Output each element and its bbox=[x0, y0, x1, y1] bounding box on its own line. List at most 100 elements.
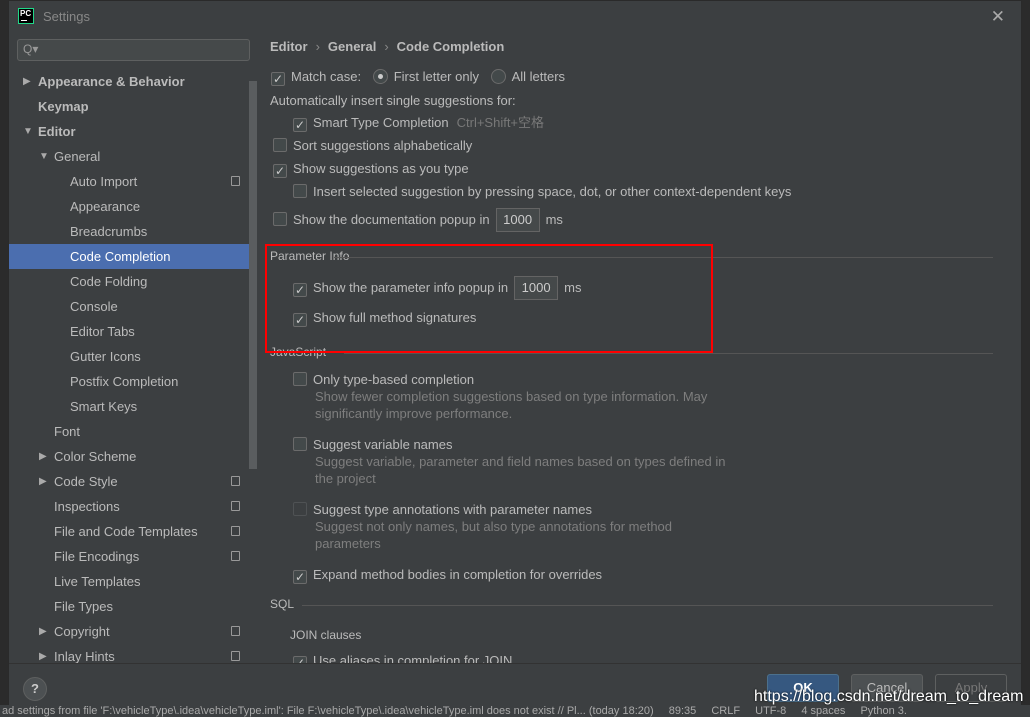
all-letters-label: All letters bbox=[511, 69, 566, 84]
project-settings-icon bbox=[231, 551, 240, 561]
status-line-separator[interactable]: CRLF bbox=[711, 705, 740, 717]
smart-type-checkbox[interactable]: ✓ bbox=[293, 118, 307, 132]
sidebar-item-general[interactable]: ▼ General bbox=[9, 144, 249, 169]
first-letter-radio[interactable] bbox=[372, 69, 388, 84]
sidebar-item-label: General bbox=[54, 149, 101, 164]
show-as-type-label: Show suggestions as you type bbox=[293, 161, 469, 176]
type-based-description: significantly improve performance. bbox=[315, 406, 513, 421]
chevron-right-icon[interactable]: ▶ bbox=[39, 644, 47, 663]
divider bbox=[344, 353, 993, 354]
sidebar-item-inspections[interactable]: Inspections bbox=[9, 494, 249, 519]
chevron-right-icon[interactable]: ▶ bbox=[39, 619, 47, 644]
breadcrumb-separator: › bbox=[384, 39, 389, 54]
sidebar-item-editor[interactable]: ▼ Editor bbox=[9, 119, 249, 144]
sidebar-item-code-folding[interactable]: Code Folding bbox=[9, 269, 249, 294]
pycharm-logo-icon: PC bbox=[18, 8, 34, 24]
section-title: SQL bbox=[270, 597, 295, 611]
sidebar-item-label: Inspections bbox=[54, 499, 120, 514]
sidebar-item-label: Auto Import bbox=[70, 174, 138, 189]
first-letter-label: First letter only bbox=[393, 69, 479, 84]
type-based-row: Only type-based completion bbox=[293, 371, 474, 389]
match-case-label: Match case: bbox=[291, 69, 362, 84]
chevron-right-icon[interactable]: ▶ bbox=[23, 69, 31, 94]
sidebar-item-label: Appearance bbox=[70, 199, 141, 214]
watermark: https://blog.csdn.net/dream_to_dream bbox=[754, 688, 1024, 705]
match-case-checkbox[interactable]: ✓ bbox=[271, 72, 285, 86]
sidebar-item-auto-import[interactable]: Auto Import bbox=[9, 169, 249, 194]
status-message[interactable]: ad settings from file 'F:\vehicleType\.i… bbox=[2, 705, 654, 717]
chevron-down-icon[interactable]: ▼ bbox=[39, 144, 49, 169]
sidebar-item-label: File Encodings bbox=[54, 549, 140, 564]
chevron-down-icon[interactable]: ▼ bbox=[23, 119, 33, 144]
sidebar-item-inlay-hints[interactable]: ▶ Inlay Hints bbox=[9, 644, 249, 663]
sidebar-item-editor-tabs[interactable]: Editor Tabs bbox=[9, 319, 249, 344]
match-case-row: ✓ Match case: First letter only All lette… bbox=[271, 68, 565, 86]
settings-sidebar: Q▾ ▶ Appearance & Behavior Keymap ▼ Editor ▼ G… bbox=[9, 31, 259, 663]
sidebar-item-copyright[interactable]: ▶ Copyright bbox=[9, 619, 249, 644]
doc-popup-delay-input[interactable]: 1000 bbox=[495, 208, 540, 232]
sidebar-item-code-style[interactable]: ▶ Code Style bbox=[9, 469, 249, 494]
type-based-checkbox[interactable] bbox=[293, 372, 307, 386]
sidebar-item-label: Breadcrumbs bbox=[70, 224, 148, 239]
sort-alpha-checkbox[interactable] bbox=[273, 138, 287, 152]
sidebar-item-postfix-completion[interactable]: Postfix Completion bbox=[9, 369, 249, 394]
sidebar-item-gutter-icons[interactable]: Gutter Icons bbox=[9, 344, 249, 369]
close-icon[interactable]: ✕ bbox=[991, 7, 1005, 27]
sidebar-item-label: Editor Tabs bbox=[70, 324, 135, 339]
sidebar-item-label: File Types bbox=[54, 599, 114, 614]
sidebar-item-label: File and Code Templates bbox=[54, 524, 198, 539]
sidebar-item-console[interactable]: Console bbox=[9, 294, 249, 319]
var-names-description: Suggest variable, parameter and field na… bbox=[315, 454, 726, 469]
sort-alpha-row: Sort suggestions alphabetically bbox=[273, 137, 472, 155]
insert-selected-label: Insert selected suggestion by pressing s… bbox=[313, 184, 792, 199]
sidebar-item-color-scheme[interactable]: ▶ Color Scheme bbox=[9, 444, 249, 469]
highlight-box bbox=[265, 244, 713, 353]
all-letters-radio[interactable] bbox=[490, 69, 506, 84]
sidebar-item-label: Copyright bbox=[54, 624, 110, 639]
sidebar-item-smart-keys[interactable]: Smart Keys bbox=[9, 394, 249, 419]
expand-checkbox[interactable]: ✓ bbox=[293, 570, 307, 584]
status-position[interactable]: 89:35 bbox=[669, 705, 697, 717]
doc-popup-row: Show the documentation popup in 1000 ms bbox=[273, 208, 563, 232]
status-indent[interactable]: 4 spaces bbox=[801, 705, 845, 717]
sidebar-item-breadcrumbs[interactable]: Breadcrumbs bbox=[9, 219, 249, 244]
sidebar-item-label: Gutter Icons bbox=[70, 349, 141, 364]
aliases-checkbox[interactable]: ✓ bbox=[293, 656, 307, 663]
smart-type-shortcut: Ctrl+Shift+空格 bbox=[456, 115, 545, 130]
search-input[interactable]: Q▾ bbox=[17, 39, 250, 61]
content-scrollbar[interactable] bbox=[1013, 31, 1021, 663]
type-ann-checkbox[interactable] bbox=[293, 502, 307, 516]
breadcrumb-editor[interactable]: Editor bbox=[270, 39, 308, 54]
sidebar-item-file-types[interactable]: File Types bbox=[9, 594, 249, 619]
status-encoding[interactable]: UTF-8 bbox=[755, 705, 786, 717]
breadcrumb: Editor › General › Code Completion bbox=[270, 39, 504, 54]
sidebar-item-file-encodings[interactable]: File Encodings bbox=[9, 544, 249, 569]
sidebar-item-label: Smart Keys bbox=[70, 399, 138, 414]
aliases-row: ✓ Use aliases in completion for JOIN bbox=[293, 652, 512, 663]
type-based-label: Only type-based completion bbox=[313, 372, 475, 387]
doc-popup-checkbox[interactable] bbox=[273, 212, 287, 226]
sidebar-item-code-completion[interactable]: Code Completion bbox=[9, 244, 249, 269]
sidebar-item-font[interactable]: Font bbox=[9, 419, 249, 444]
status-interpreter[interactable]: Python 3. bbox=[860, 705, 906, 717]
sidebar-item-label: Live Templates bbox=[54, 574, 141, 589]
var-names-label: Suggest variable names bbox=[313, 437, 453, 452]
sidebar-item-label: Code Folding bbox=[70, 274, 148, 289]
insert-selected-checkbox[interactable] bbox=[293, 184, 307, 198]
aliases-label: Use aliases in completion for JOIN bbox=[313, 653, 513, 663]
chevron-right-icon[interactable]: ▶ bbox=[39, 469, 47, 494]
doc-popup-label: Show the documentation popup in bbox=[293, 212, 490, 227]
sidebar-item-file-and-code-templates[interactable]: File and Code Templates bbox=[9, 519, 249, 544]
divider bbox=[302, 605, 993, 606]
sidebar-item-appearance[interactable]: Appearance bbox=[9, 194, 249, 219]
show-as-type-checkbox[interactable]: ✓ bbox=[273, 164, 287, 178]
project-settings-icon bbox=[231, 476, 240, 486]
chevron-right-icon[interactable]: ▶ bbox=[39, 444, 47, 469]
breadcrumb-general[interactable]: General bbox=[328, 39, 376, 54]
sidebar-item-keymap[interactable]: Keymap bbox=[9, 94, 249, 119]
sidebar-item-live-templates[interactable]: Live Templates bbox=[9, 569, 249, 594]
help-button[interactable]: ? bbox=[23, 677, 47, 701]
var-names-checkbox[interactable] bbox=[293, 437, 307, 451]
sidebar-scrollbar[interactable] bbox=[249, 81, 257, 469]
sidebar-item-appearance-behavior[interactable]: ▶ Appearance & Behavior bbox=[9, 69, 249, 94]
